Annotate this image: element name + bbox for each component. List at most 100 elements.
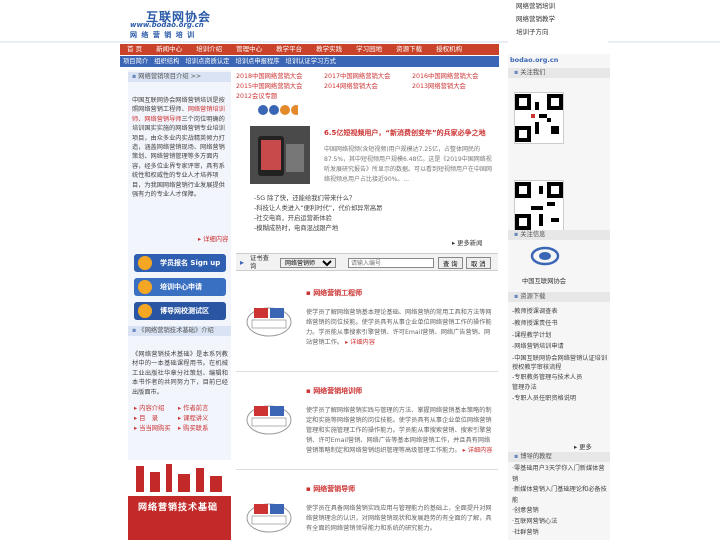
cert-cancel-button[interactable]: 取 消 xyxy=(466,257,491,269)
subnav-item[interactable]: 培训认证学习方式 xyxy=(283,56,339,67)
tips-item[interactable]: ·零基础用户3天学你入门新媒体营销 xyxy=(512,464,608,485)
news-pager xyxy=(258,104,301,118)
nav-item-learning[interactable]: 学习园地 xyxy=(349,44,389,55)
downloads-more-label: 更多 xyxy=(579,444,592,451)
site-logo-small[interactable]: bodao.org.cn xyxy=(510,56,558,64)
cert-type-select[interactable]: 网络营销师 xyxy=(280,258,336,268)
subnav-item[interactable]: 培训点资质认定 xyxy=(182,56,232,67)
qr-pattern xyxy=(515,94,563,142)
program-title[interactable]: ▪ 网络营销工程师 xyxy=(306,288,362,298)
download-item[interactable]: 管理办法 xyxy=(512,382,608,394)
program-desc: 使学员了解网络营销基本理论基础、网络营销的常用工具和方法等网络营销的岗位技能。使… xyxy=(306,308,496,348)
flag-badge-icon xyxy=(246,405,292,435)
certificate-search: ▸ 证书查询 网络营销师 查 询 取 消 xyxy=(236,253,498,271)
intro-header[interactable]: 网络营销项目介绍 >> xyxy=(128,72,231,82)
qr-pattern xyxy=(515,182,563,230)
nav-item-agencies[interactable]: 授权机构 xyxy=(429,44,469,55)
header: 互联网协会 www.bodao.org.cn 网 络 营 销 培 训 网络营销培… xyxy=(0,0,720,44)
news-list-item[interactable]: -社交电商，开启运营新体验 xyxy=(254,214,404,224)
tips-item[interactable]: ·创意营销 xyxy=(512,506,608,517)
topic-link[interactable]: 2013网络营销大会 xyxy=(412,81,466,90)
download-item[interactable]: -教师授课责任书 xyxy=(512,318,608,330)
nav-item-training[interactable]: 培训介绍 xyxy=(189,44,229,55)
news-list-item[interactable]: -模糊成熟时，电商混战跟产地 xyxy=(254,224,404,234)
book-header[interactable]: 《网络营销技术基础》介绍 xyxy=(128,326,231,336)
flag-badge-icon xyxy=(246,503,292,533)
intro-text: 中国互联网协会网络营销培训是按照网络营销工程师、网络营销培训师、网络营销导师三个… xyxy=(132,96,228,199)
pager-dot[interactable] xyxy=(280,105,290,115)
tips-item[interactable]: ·互联网营销心法 xyxy=(512,517,608,528)
center-apply-label: 培训中心申请 xyxy=(160,283,202,291)
book-link[interactable]: 课程讲义 xyxy=(178,414,222,424)
sub-nav: 项目简介 组织结构 培训点资质认定 培训点申报程序 培训认证学习方式 xyxy=(120,56,499,67)
news-photo-phone xyxy=(250,126,310,184)
topic-link[interactable]: 2012会议专题 xyxy=(236,91,277,100)
nav-item-practice[interactable]: 教学实践 xyxy=(309,44,349,55)
intro-more-link[interactable]: ▸ 详细内容 xyxy=(198,234,228,243)
download-item[interactable]: -课程教学计划 xyxy=(512,330,608,342)
download-item[interactable]: -专职教务管理与技术人员 xyxy=(512,373,608,382)
download-item[interactable]: -教师授课调查表 xyxy=(512,306,608,318)
book-link[interactable]: 目 录 xyxy=(134,414,178,424)
program-title[interactable]: ▪ 网络营销培训师 xyxy=(306,386,362,396)
cert-number-input[interactable] xyxy=(348,258,434,268)
news-image[interactable] xyxy=(250,126,310,184)
cert-query-button[interactable]: 查 询 xyxy=(438,257,463,269)
download-item[interactable]: -中国互联网协会网络营销认证培训授权教学审核流程 xyxy=(512,354,608,372)
tips-list: ·零基础用户3天学你入门新媒体营销 ·新媒体营销入门基础理论和必备技能 ·创意营… xyxy=(512,464,608,538)
book-link[interactable]: 当当网购买 xyxy=(134,424,178,434)
program-card: ▪ 网络营销导师 使学员在具备网络营销实践应用与管理能力的基础上，全面提升对网络… xyxy=(236,470,498,540)
tips-item[interactable]: ·社群营销 xyxy=(512,528,608,539)
pager-dot[interactable] xyxy=(291,105,301,115)
nav-item-downloads[interactable]: 资源下载 xyxy=(389,44,429,55)
program-more-link[interactable]: ▸ 详细内容 xyxy=(463,447,493,454)
nav-item-news[interactable]: 新闻中心 xyxy=(149,44,189,55)
topic-link[interactable]: 2018中国网络营销大会 xyxy=(236,71,302,80)
book-cover[interactable]: 网络营销技术基础 xyxy=(128,460,231,540)
swirl-logo xyxy=(530,246,560,266)
program-more-label: 详细内容 xyxy=(467,447,493,454)
test-area-button[interactable]: 博导网校测试区 xyxy=(134,302,226,320)
topic-link[interactable]: 2017中国网络营销大会 xyxy=(324,71,390,80)
top-link[interactable]: 培训子方向 xyxy=(508,26,608,39)
association-logo-icon[interactable] xyxy=(530,246,560,268)
pager-dot[interactable] xyxy=(258,105,268,115)
subnav-item[interactable]: 组织结构 xyxy=(151,56,182,67)
nav-item-home[interactable]: 首 页 xyxy=(120,44,149,55)
program-title-text: 网络营销工程师 xyxy=(313,289,363,297)
top-link[interactable]: 网络营销培训 xyxy=(508,0,608,13)
pager-dot[interactable] xyxy=(269,105,279,115)
book-link[interactable]: 购买联系 xyxy=(178,424,222,434)
topic-link[interactable]: 2015中国网络营销大会 xyxy=(236,81,302,90)
program-title[interactable]: ▪ 网络营销导师 xyxy=(306,484,355,494)
signup-button[interactable]: 学员报名 Sign up xyxy=(134,254,226,272)
news-headline[interactable]: 6.5亿短视频用户，“新消费创变年”的兵家必争之地 xyxy=(324,128,486,138)
news-list-item[interactable]: -5G 除了快，还能给我们带来什么？ xyxy=(254,194,404,204)
program-more-link[interactable]: ▸ 详细内容 xyxy=(345,339,375,346)
center-apply-button[interactable]: 培训中心申请 xyxy=(134,278,226,296)
download-item[interactable]: -网络营销培训申请 xyxy=(512,341,608,353)
download-item[interactable]: -专职人员任职资格说明 xyxy=(512,394,608,403)
news-list-item[interactable]: -科技让人类进入“便利时代”，代价却异常高昂 xyxy=(254,204,404,214)
nav-item-teaching[interactable]: 教学平台 xyxy=(269,44,309,55)
cert-arrow-icon: ▸ xyxy=(240,258,245,267)
program-card: ▪ 网络营销工程师 使学员了解网络营销基本理论基础、网络营销的常用工具和方法等网… xyxy=(236,274,498,372)
top-link[interactable]: 网络营销教学 xyxy=(508,13,608,26)
downloads-more-link[interactable]: ▸ 更多 xyxy=(574,442,592,451)
subnav-item[interactable]: 项目简介 xyxy=(120,56,151,67)
association-name[interactable]: 中国互联网协会 xyxy=(522,276,566,285)
tips-item[interactable]: ·新媒体营销入门基础理论和必备技能 xyxy=(512,485,608,506)
topic-link[interactable]: 2014网络营销大会 xyxy=(324,81,378,90)
subnav-item[interactable]: 培训点申报程序 xyxy=(232,56,282,67)
topic-link[interactable]: 2016中国网络营销大会 xyxy=(412,71,478,80)
book-links: 内容介绍作者前言 目 录课程讲义 当当网购买购买联系 xyxy=(134,404,228,434)
book-link[interactable]: 作者前言 xyxy=(178,404,222,414)
book-link[interactable]: 内容介绍 xyxy=(134,404,178,414)
nav-item-management[interactable]: 管理中心 xyxy=(229,44,269,55)
news-more-link[interactable]: ▸ 更多新闻 xyxy=(452,238,482,247)
news-summary: 中国网络视频(含短视频)用户规模达7.25亿，占整体网民的87.5%，其中短视频… xyxy=(324,146,493,183)
signup-label: 学员报名 Sign up xyxy=(160,259,221,267)
news-more-label: 更多新闻 xyxy=(457,240,483,247)
follow2-header: 关注信息 xyxy=(508,230,610,240)
book-cover-title: 网络营销技术基础 xyxy=(138,503,219,513)
